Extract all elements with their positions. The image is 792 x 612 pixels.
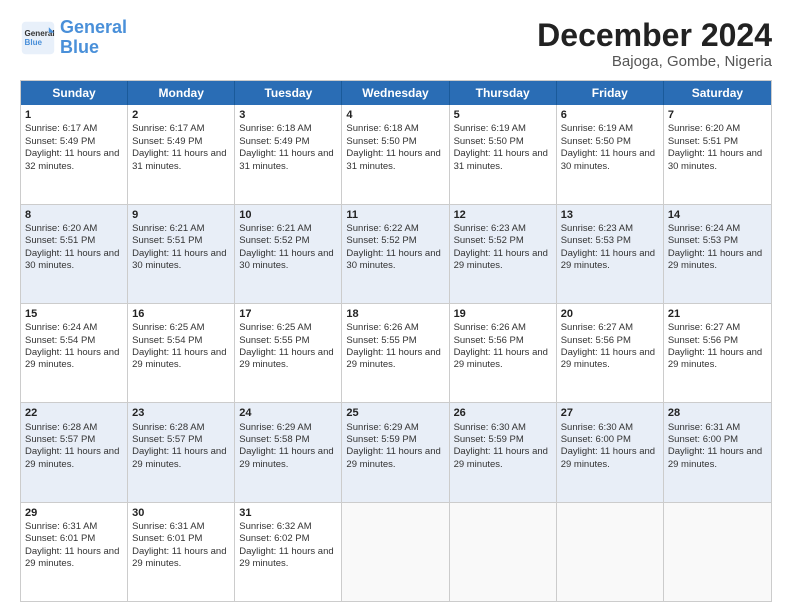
calendar-body: 1Sunrise: 6:17 AM Sunset: 5:49 PM Daylig… <box>21 105 771 601</box>
logo: General Blue General Blue <box>20 18 127 58</box>
title-block: December 2024 Bajoga, Gombe, Nigeria <box>537 18 772 70</box>
logo-icon: General Blue <box>20 20 56 56</box>
day-number: 19 <box>454 307 552 321</box>
header-wednesday: Wednesday <box>342 81 449 105</box>
day-number: 2 <box>132 108 230 122</box>
table-row: 2Sunrise: 6:17 AM Sunset: 5:49 PM Daylig… <box>128 105 235 203</box>
day-number: 9 <box>132 208 230 222</box>
day-number: 15 <box>25 307 123 321</box>
table-row <box>342 503 449 601</box>
table-row: 8Sunrise: 6:20 AM Sunset: 5:51 PM Daylig… <box>21 205 128 303</box>
table-row: 17Sunrise: 6:25 AM Sunset: 5:55 PM Dayli… <box>235 304 342 402</box>
header-thursday: Thursday <box>450 81 557 105</box>
table-row: 6Sunrise: 6:19 AM Sunset: 5:50 PM Daylig… <box>557 105 664 203</box>
table-row: 9Sunrise: 6:21 AM Sunset: 5:51 PM Daylig… <box>128 205 235 303</box>
calendar-header: Sunday Monday Tuesday Wednesday Thursday… <box>21 81 771 105</box>
table-row: 10Sunrise: 6:21 AM Sunset: 5:52 PM Dayli… <box>235 205 342 303</box>
table-row: 11Sunrise: 6:22 AM Sunset: 5:52 PM Dayli… <box>342 205 449 303</box>
table-row: 13Sunrise: 6:23 AM Sunset: 5:53 PM Dayli… <box>557 205 664 303</box>
table-row: 19Sunrise: 6:26 AM Sunset: 5:56 PM Dayli… <box>450 304 557 402</box>
header-saturday: Saturday <box>664 81 771 105</box>
day-number: 5 <box>454 108 552 122</box>
day-number: 27 <box>561 406 659 420</box>
day-number: 25 <box>346 406 444 420</box>
table-row: 15Sunrise: 6:24 AM Sunset: 5:54 PM Dayli… <box>21 304 128 402</box>
day-number: 7 <box>668 108 767 122</box>
day-number: 22 <box>25 406 123 420</box>
calendar-row-3: 15Sunrise: 6:24 AM Sunset: 5:54 PM Dayli… <box>21 303 771 402</box>
table-row: 1Sunrise: 6:17 AM Sunset: 5:49 PM Daylig… <box>21 105 128 203</box>
table-row: 14Sunrise: 6:24 AM Sunset: 5:53 PM Dayli… <box>664 205 771 303</box>
table-row: 29Sunrise: 6:31 AM Sunset: 6:01 PM Dayli… <box>21 503 128 601</box>
table-row <box>664 503 771 601</box>
table-row: 18Sunrise: 6:26 AM Sunset: 5:55 PM Dayli… <box>342 304 449 402</box>
page-subtitle: Bajoga, Gombe, Nigeria <box>537 53 772 70</box>
table-row <box>557 503 664 601</box>
calendar-row-4: 22Sunrise: 6:28 AM Sunset: 5:57 PM Dayli… <box>21 402 771 501</box>
day-number: 11 <box>346 208 444 222</box>
calendar-row-1: 1Sunrise: 6:17 AM Sunset: 5:49 PM Daylig… <box>21 105 771 203</box>
svg-text:Blue: Blue <box>25 38 43 47</box>
table-row: 21Sunrise: 6:27 AM Sunset: 5:56 PM Dayli… <box>664 304 771 402</box>
logo-text: General Blue <box>60 18 127 58</box>
calendar: Sunday Monday Tuesday Wednesday Thursday… <box>20 80 772 602</box>
calendar-row-5: 29Sunrise: 6:31 AM Sunset: 6:01 PM Dayli… <box>21 502 771 601</box>
page: General Blue General Blue December 2024 … <box>0 0 792 612</box>
day-number: 18 <box>346 307 444 321</box>
day-number: 24 <box>239 406 337 420</box>
day-number: 23 <box>132 406 230 420</box>
table-row: 26Sunrise: 6:30 AM Sunset: 5:59 PM Dayli… <box>450 403 557 501</box>
table-row: 22Sunrise: 6:28 AM Sunset: 5:57 PM Dayli… <box>21 403 128 501</box>
table-row: 16Sunrise: 6:25 AM Sunset: 5:54 PM Dayli… <box>128 304 235 402</box>
day-number: 28 <box>668 406 767 420</box>
day-number: 3 <box>239 108 337 122</box>
table-row: 12Sunrise: 6:23 AM Sunset: 5:52 PM Dayli… <box>450 205 557 303</box>
table-row: 4Sunrise: 6:18 AM Sunset: 5:50 PM Daylig… <box>342 105 449 203</box>
table-row: 30Sunrise: 6:31 AM Sunset: 6:01 PM Dayli… <box>128 503 235 601</box>
table-row: 31Sunrise: 6:32 AM Sunset: 6:02 PM Dayli… <box>235 503 342 601</box>
day-number: 6 <box>561 108 659 122</box>
table-row: 3Sunrise: 6:18 AM Sunset: 5:49 PM Daylig… <box>235 105 342 203</box>
day-number: 13 <box>561 208 659 222</box>
day-number: 26 <box>454 406 552 420</box>
table-row: 5Sunrise: 6:19 AM Sunset: 5:50 PM Daylig… <box>450 105 557 203</box>
header: General Blue General Blue December 2024 … <box>20 18 772 70</box>
day-number: 8 <box>25 208 123 222</box>
table-row: 27Sunrise: 6:30 AM Sunset: 6:00 PM Dayli… <box>557 403 664 501</box>
day-number: 12 <box>454 208 552 222</box>
table-row: 20Sunrise: 6:27 AM Sunset: 5:56 PM Dayli… <box>557 304 664 402</box>
day-number: 10 <box>239 208 337 222</box>
logo-line2: Blue <box>60 37 99 57</box>
table-row <box>450 503 557 601</box>
day-number: 1 <box>25 108 123 122</box>
day-number: 4 <box>346 108 444 122</box>
table-row: 7Sunrise: 6:20 AM Sunset: 5:51 PM Daylig… <box>664 105 771 203</box>
table-row: 28Sunrise: 6:31 AM Sunset: 6:00 PM Dayli… <box>664 403 771 501</box>
day-number: 21 <box>668 307 767 321</box>
day-number: 17 <box>239 307 337 321</box>
day-number: 14 <box>668 208 767 222</box>
day-number: 29 <box>25 506 123 520</box>
table-row: 23Sunrise: 6:28 AM Sunset: 5:57 PM Dayli… <box>128 403 235 501</box>
table-row: 24Sunrise: 6:29 AM Sunset: 5:58 PM Dayli… <box>235 403 342 501</box>
header-friday: Friday <box>557 81 664 105</box>
header-tuesday: Tuesday <box>235 81 342 105</box>
logo-line1: General <box>60 17 127 37</box>
day-number: 20 <box>561 307 659 321</box>
page-title: December 2024 <box>537 18 772 53</box>
day-number: 16 <box>132 307 230 321</box>
calendar-row-2: 8Sunrise: 6:20 AM Sunset: 5:51 PM Daylig… <box>21 204 771 303</box>
header-monday: Monday <box>128 81 235 105</box>
header-sunday: Sunday <box>21 81 128 105</box>
day-number: 31 <box>239 506 337 520</box>
table-row: 25Sunrise: 6:29 AM Sunset: 5:59 PM Dayli… <box>342 403 449 501</box>
day-number: 30 <box>132 506 230 520</box>
